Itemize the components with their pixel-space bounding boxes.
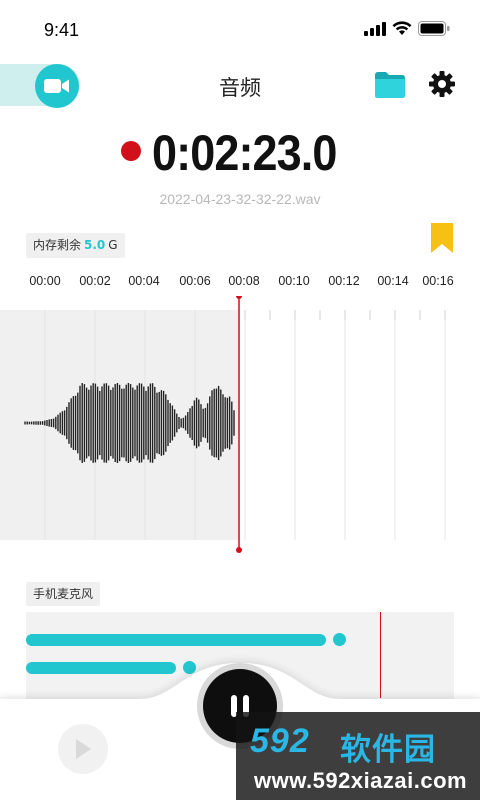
- timeline-ruler: 00:00 00:02 00:04 00:06 00:08 00:10 00:1…: [0, 270, 480, 290]
- level-peak-left: [333, 633, 346, 646]
- wifi-icon: [392, 21, 412, 35]
- signal-icon: [364, 21, 386, 36]
- bookmark-icon: [431, 223, 453, 253]
- timer-row: 0:02:23.0: [0, 125, 480, 186]
- status-icons: [364, 21, 450, 36]
- memory-badge: 内存剩余 5.0 G: [26, 233, 125, 258]
- waveform-area[interactable]: [0, 296, 480, 554]
- play-button[interactable]: [58, 724, 108, 774]
- level-bar-left: [26, 634, 326, 646]
- watermark-url: www.592xiazai.com: [254, 768, 468, 793]
- memory-label: 内存剩余: [33, 238, 82, 252]
- watermark-brand: 592: [250, 722, 310, 760]
- playhead-top-handle: [236, 296, 242, 299]
- recording-filename: 2022-04-23-32-32-22.wav: [159, 191, 321, 207]
- watermark: 592 软件园 www.592xiazai.com: [236, 712, 480, 800]
- status-time: 9:41: [44, 20, 80, 40]
- memory-value: 5.0: [84, 238, 106, 252]
- timeline-tick: 00:16: [422, 274, 454, 288]
- settings-button[interactable]: [428, 70, 456, 102]
- memory-unit: G: [108, 238, 118, 252]
- input-source-badge[interactable]: 手机麦克风: [26, 582, 101, 606]
- battery-icon: [418, 21, 450, 36]
- folder-button[interactable]: [374, 71, 406, 103]
- gear-icon: [429, 71, 455, 97]
- folder-icon: [375, 72, 405, 98]
- status-bar: 9:41: [0, 0, 480, 62]
- play-icon: [76, 739, 91, 759]
- waveform-minor-ticks: [244, 310, 446, 320]
- page-title: 音频: [219, 76, 261, 100]
- watermark-name: 软件园: [340, 732, 436, 768]
- bookmark-button[interactable]: [431, 223, 453, 257]
- playhead-bottom-handle: [236, 547, 242, 553]
- recording-timer: 0:02:23.0: [152, 125, 337, 181]
- header: 音频: [0, 62, 480, 110]
- record-indicator-icon: [121, 141, 141, 161]
